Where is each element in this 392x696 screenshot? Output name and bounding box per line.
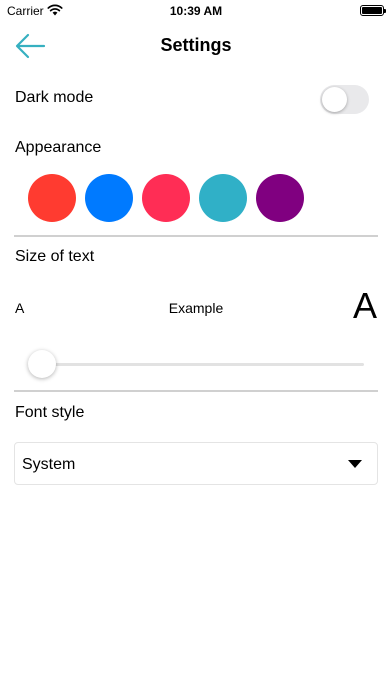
font-style-label: Font style	[15, 404, 85, 421]
dropdown-caret-icon	[348, 460, 362, 468]
color-swatch-row	[28, 174, 318, 222]
color-swatch[interactable]	[142, 174, 190, 222]
clock: 10:39 AM	[169, 4, 223, 18]
page-title: Settings	[160, 35, 232, 55]
status-bar: Carrier 10:39 AM	[0, 0, 392, 22]
example-text-sample: Example	[168, 300, 224, 316]
toggle-knob	[322, 87, 347, 112]
text-size-slider[interactable]	[28, 350, 364, 378]
large-text-sample: A	[352, 285, 377, 326]
dark-mode-toggle[interactable]	[320, 85, 369, 114]
text-size-label: Size of text	[15, 248, 95, 265]
battery-icon	[360, 5, 386, 16]
slider-track	[28, 363, 364, 366]
font-style-selected-value: System	[22, 456, 76, 473]
dark-mode-label: Dark mode	[15, 89, 94, 106]
color-swatch[interactable]	[256, 174, 304, 222]
color-swatch[interactable]	[28, 174, 76, 222]
appearance-label: Appearance	[15, 139, 102, 156]
color-swatch[interactable]	[199, 174, 247, 222]
navigation-bar: Settings	[0, 24, 392, 68]
font-style-dropdown[interactable]: System	[14, 442, 378, 485]
slider-thumb[interactable]	[28, 350, 56, 378]
divider	[14, 390, 378, 392]
color-swatch[interactable]	[85, 174, 133, 222]
divider	[14, 235, 378, 237]
